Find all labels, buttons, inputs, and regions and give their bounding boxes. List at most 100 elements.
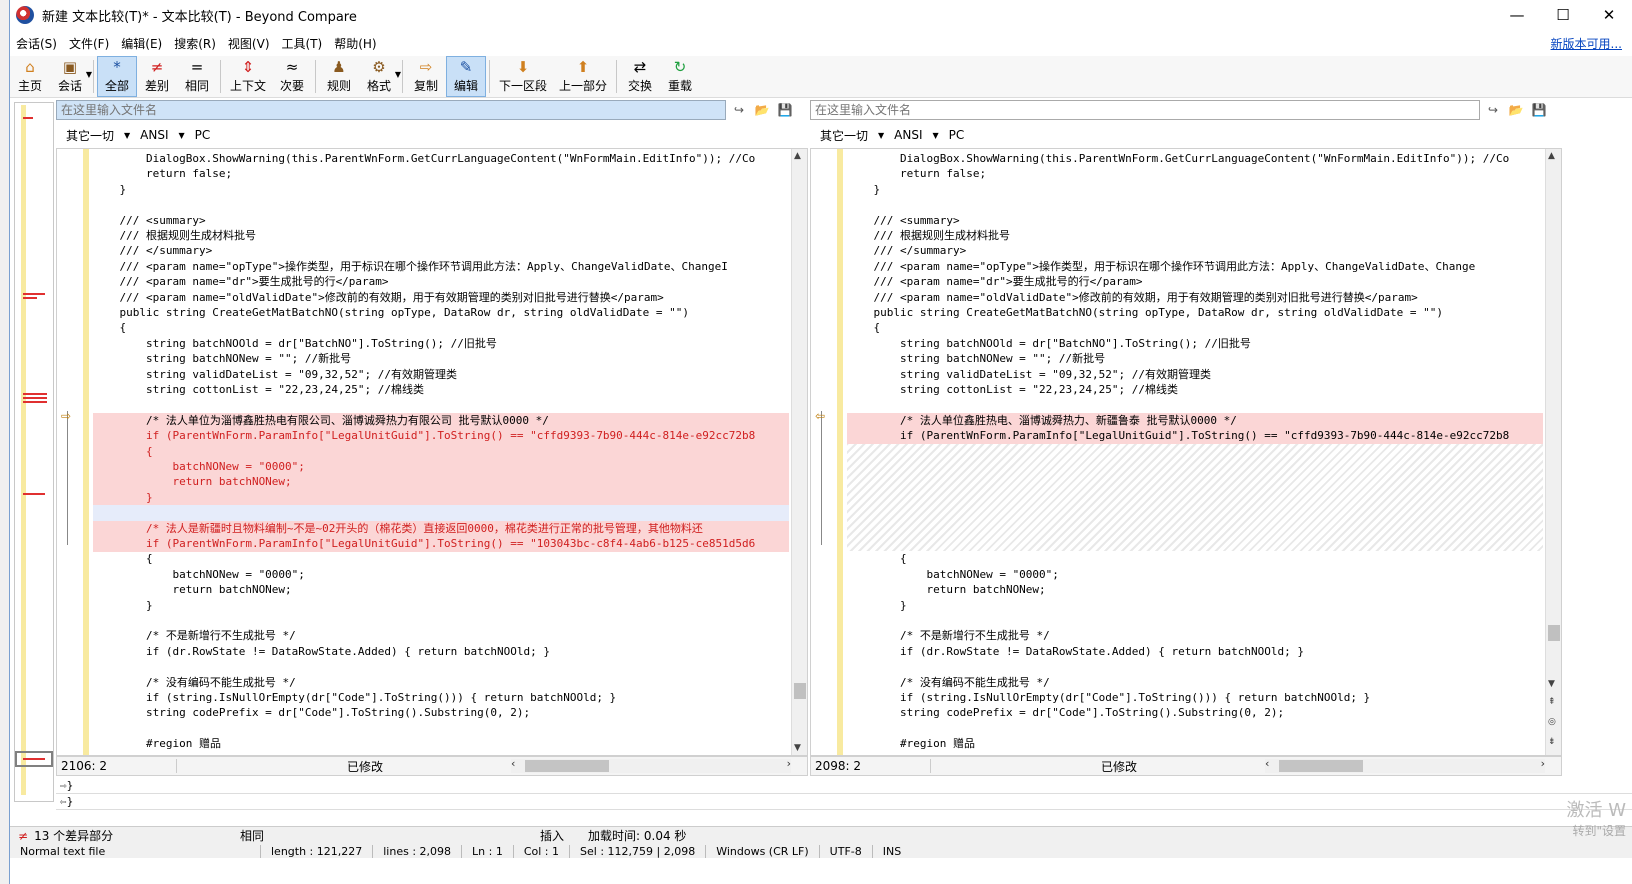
code-line[interactable]: string cottonList = "22,23,24,25"; //棉线类 [847,382,1543,398]
code-line[interactable]: /// <param name="opType">操作类型，用于标识在哪个操作环… [93,259,789,275]
scroll-up-icon[interactable]: ▲ [1548,151,1555,161]
code-line[interactable] [847,613,1543,629]
code-line[interactable] [847,397,1543,413]
code-line[interactable]: /* 法人单位为淄博鑫胜热电有限公司、淄博诚舜热力有限公司 批号默认0000 *… [93,412,789,429]
right-encoding-select[interactable]: ANSI [894,128,922,142]
code-line[interactable] [93,659,789,675]
copy-left-arrow-icon[interactable]: ⇦ [815,409,825,423]
code-line[interactable]: /// </summary> [847,243,1543,259]
code-line[interactable]: if (ParentWnForm.ParamInfo["LegalUnitGui… [93,428,789,445]
center-icon[interactable]: ◎ [1548,717,1556,727]
left-save-icon[interactable]: 💾 [775,100,795,120]
code-line[interactable]: /// <param name="dr">要生成批号的行</param> [847,274,1543,290]
right-lineend-label[interactable]: PC [949,128,965,142]
code-line[interactable]: if (string.IsNullOrEmpty(dr["Code"].ToSt… [93,690,789,706]
minimize-button[interactable]: — [1494,0,1540,30]
code-line[interactable]: public string CreateGetMatBatchNO(string… [93,305,789,321]
code-line[interactable] [93,397,789,413]
swap-button[interactable]: ⇄ 交换 [620,56,660,97]
scroll-left-icon[interactable]: ‹ [511,757,515,770]
code-line[interactable] [93,197,789,213]
left-horizontal-scrollbar[interactable]: ‹ › [511,757,791,773]
right-horizontal-scrollbar[interactable]: ‹ › [1265,757,1545,773]
scroll-right-icon[interactable]: › [787,757,791,770]
left-code-editor[interactable]: ⇨ ▲ ▼ DialogBox.ShowWarning(this.ParentW… [56,148,808,756]
chevron-down-icon[interactable]: ▼ [179,131,185,140]
next-diff-icon[interactable]: ⇞ [1548,697,1556,707]
left-hscroll-thumb[interactable] [525,760,609,772]
code-line[interactable]: #region 赠品 [93,736,789,752]
code-line[interactable]: string codePrefix = dr["Code"].ToString(… [93,705,789,721]
menu-tools[interactable]: 工具(T) [276,35,329,52]
scroll-right-icon[interactable]: › [1541,757,1545,770]
left-lineend-label[interactable]: PC [195,128,211,142]
menu-view[interactable]: 视图(V) [222,35,276,52]
code-line[interactable]: } [93,182,789,198]
code-line[interactable]: string batchNOOld = dr["BatchNO"].ToStri… [93,336,789,352]
session-button[interactable]: ▣ 会话 ▼ [50,56,92,97]
right-open-folder-icon[interactable]: 📂 [1506,100,1526,120]
left-history-icon[interactable]: ↪ [729,100,749,120]
code-line[interactable]: /* 不是新增行不生成批号 */ [93,628,789,644]
code-line[interactable] [847,659,1543,675]
code-line[interactable]: /// <param name="dr">要生成批号的行</param> [93,274,789,290]
code-line[interactable]: if (ParentWnForm.ParamInfo["LegalUnitGui… [93,536,789,552]
code-line[interactable]: return batchNONew; [847,582,1543,598]
right-vertical-scrollbar[interactable]: ▲ ▼ ⇞ ◎ ⇟ [1545,149,1561,755]
code-line[interactable]: /* 不是新增行不生成批号 */ [847,628,1543,644]
code-line[interactable]: if (dr.RowState != DataRowState.Added) {… [847,644,1543,660]
update-available-link[interactable]: 新版本可用... [1551,35,1622,52]
code-line[interactable]: /// 根据规则生成材料批号 [847,228,1543,244]
code-line[interactable]: if (dr.RowState != DataRowState.Added) {… [93,644,789,660]
code-line[interactable] [93,613,789,629]
right-hscroll-thumb[interactable] [1279,760,1363,772]
prev-diff-icon[interactable]: ⇟ [1548,737,1556,747]
maximize-button[interactable]: ☐ [1540,0,1586,30]
code-line[interactable]: /// <summary> [847,213,1543,229]
edit-button[interactable]: ✎ 编辑 [446,56,487,97]
code-line[interactable]: DialogBox.ShowWarning(this.ParentWnForm.… [93,151,789,167]
code-line[interactable]: #region 赠品 [847,736,1543,752]
code-line[interactable] [847,197,1543,213]
left-scroll-thumb[interactable] [794,683,806,699]
code-line[interactable]: } [847,182,1543,198]
code-line[interactable]: } [93,598,789,614]
merge-line-right[interactable]: ⇦} [56,794,1632,810]
copy-right-arrow-icon[interactable]: ⇨ [61,409,71,423]
diff-overview-map[interactable] [14,102,54,802]
menu-help[interactable]: 帮助(H) [328,35,382,52]
code-line[interactable]: if (string.IsNullOrEmpty(dr["Code"].ToSt… [847,690,1543,706]
code-line[interactable]: /// <param name="opType">操作类型，用于标识在哪个操作环… [847,259,1543,275]
code-line[interactable]: string batchNOOld = dr["BatchNO"].ToStri… [847,336,1543,352]
chevron-down-icon[interactable]: ▼ [86,70,92,79]
code-line[interactable]: batchNONew = "0000"; [93,459,789,475]
prev-section-button[interactable]: ⬆ 上一部分 [553,56,613,97]
close-button[interactable]: ✕ [1586,0,1632,30]
code-line[interactable]: { [847,320,1543,336]
code-line[interactable]: /// <param name="oldValidDate">修改前的有效期，用… [93,290,789,306]
scroll-down-icon[interactable]: ▼ [794,743,801,753]
code-line[interactable] [847,721,1543,737]
code-line[interactable]: /* 没有编码不能生成批号 */ [93,675,789,691]
code-line[interactable]: } [93,489,789,506]
code-line[interactable]: { [93,551,789,567]
code-line[interactable]: string validDateList = "09,32,52"; //有效期… [847,367,1543,383]
code-line[interactable]: batchNONew = "0000"; [93,567,789,583]
reload-button[interactable]: ↻ 重载 [660,56,700,97]
show-diffs-button[interactable]: ≠ 差别 [137,56,177,97]
code-line[interactable]: string codePrefix = dr["Code"].ToString(… [847,705,1543,721]
code-line[interactable]: return batchNONew; [93,582,789,598]
code-line[interactable]: if (ParentWnForm.ParamInfo["LegalUnitGui… [847,428,1543,445]
code-line[interactable]: /// 根据规则生成材料批号 [93,228,789,244]
code-line[interactable]: public string CreateGetMatBatchNO(string… [847,305,1543,321]
right-scroll-thumb[interactable] [1548,625,1560,641]
context-button[interactable]: ⇕ 上下文 [224,56,272,97]
chevron-down-icon[interactable]: ▼ [878,131,884,140]
show-same-button[interactable]: = 相同 [177,56,217,97]
code-line[interactable]: string cottonList = "22,23,24,25"; //棉线类 [93,382,789,398]
code-line[interactable]: string batchNONew = ""; //新批号 [93,351,789,367]
menu-search[interactable]: 搜索(R) [168,35,222,52]
next-section-button[interactable]: ⬇ 下一区段 [493,56,553,97]
scroll-down-icon[interactable]: ▼ [1548,679,1555,689]
right-code-editor[interactable]: ⇦ ▲ ▼ ⇞ ◎ ⇟ DialogBox.ShowWarning(this.P… [810,148,1562,756]
